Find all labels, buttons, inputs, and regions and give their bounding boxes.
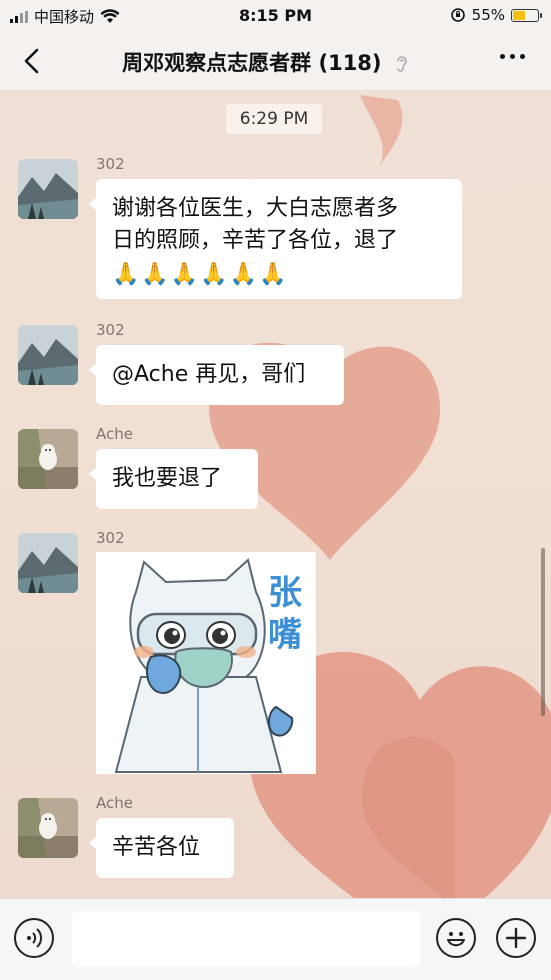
chat-title-text: 周邓观察点志愿者群 (118) (122, 51, 382, 75)
sticker-caption-2: 嘴 (268, 615, 302, 655)
message-timestamp: 6:29 PM (226, 104, 322, 134)
avatar[interactable] (18, 798, 78, 858)
pray-emoji: 🙏 (200, 262, 228, 287)
emoji-button[interactable] (436, 918, 476, 958)
avatar[interactable] (18, 325, 78, 385)
chat-title[interactable]: 周邓观察点志愿者群 (118) (60, 47, 471, 77)
pray-emoji: 🙏 (170, 262, 199, 287)
message-bubble[interactable]: 谢谢各位医生，大白志愿者多 日的照顾，辛苦了各位，退了 🙏 🙏 🙏 🙏 🙏 🙏 (89, 179, 462, 299)
pray-emoji: 🙏 (141, 262, 169, 287)
pray-emoji: 🙏 (229, 262, 258, 287)
dog-avatar-image (18, 429, 78, 489)
plus-icon (505, 927, 527, 949)
heart-background-decoration (209, 95, 551, 960)
message-bubble[interactable]: 辛苦各位 (89, 818, 234, 878)
status-right: 55% (450, 6, 542, 24)
battery-icon (511, 8, 542, 22)
avatar[interactable] (18, 533, 78, 593)
pray-emoji: 🙏 (112, 262, 140, 287)
message-bubble[interactable]: 我也要退了 (89, 449, 258, 509)
ellipsis-icon[interactable] (500, 54, 525, 59)
battery-level-fill (513, 10, 525, 20)
sender-name: 302 (96, 529, 125, 547)
message-text: 日的照顾，辛苦了各位，退了 (112, 228, 399, 253)
scrollbar[interactable] (541, 548, 545, 716)
add-button[interactable] (496, 918, 536, 958)
status-bar: 中国移动 8:15 PM 55% (0, 0, 551, 32)
message-bubble[interactable]: @Ache 再见，哥们 (89, 345, 344, 405)
hazmat-suit-cat-sticker[interactable]: 张 嘴 (96, 552, 316, 774)
sender-name: Ache (96, 794, 133, 812)
sender-name: 302 (96, 321, 125, 339)
sticker-illustration: 张 嘴 (96, 552, 316, 774)
mountain-lake-avatar-image (18, 325, 78, 385)
mountain-lake-avatar-image (18, 533, 78, 593)
message-text: 谢谢各位医生，大白志愿者多 (112, 196, 399, 221)
avatar[interactable] (18, 429, 78, 489)
message-input[interactable] (72, 911, 420, 967)
smile-icon (447, 932, 465, 947)
voice-button[interactable] (14, 918, 54, 958)
orientation-lock-icon (450, 8, 465, 22)
avatar[interactable] (18, 159, 78, 219)
sender-name: 302 (96, 155, 125, 173)
chat-screen: 中国移动 8:15 PM 55% 周邓观察点志愿者群 (118) 6:29 PM… (0, 0, 551, 980)
nav-bar: 周邓观察点志愿者群 (118) (0, 32, 551, 91)
sender-name: Ache (96, 425, 133, 443)
sticker-caption-1: 张 (268, 573, 302, 613)
mountain-lake-avatar-image (18, 159, 78, 219)
input-bar (0, 898, 551, 980)
ear-icon (397, 56, 407, 72)
pray-emoji: 🙏 (259, 262, 287, 287)
pray-emoji-row: 🙏 🙏 🙏 🙏 🙏 🙏 (112, 259, 446, 291)
voice-icon (27, 928, 43, 948)
battery-percent: 55% (471, 6, 505, 24)
dog-avatar-image (18, 798, 78, 858)
chevron-left-icon[interactable] (18, 46, 48, 76)
